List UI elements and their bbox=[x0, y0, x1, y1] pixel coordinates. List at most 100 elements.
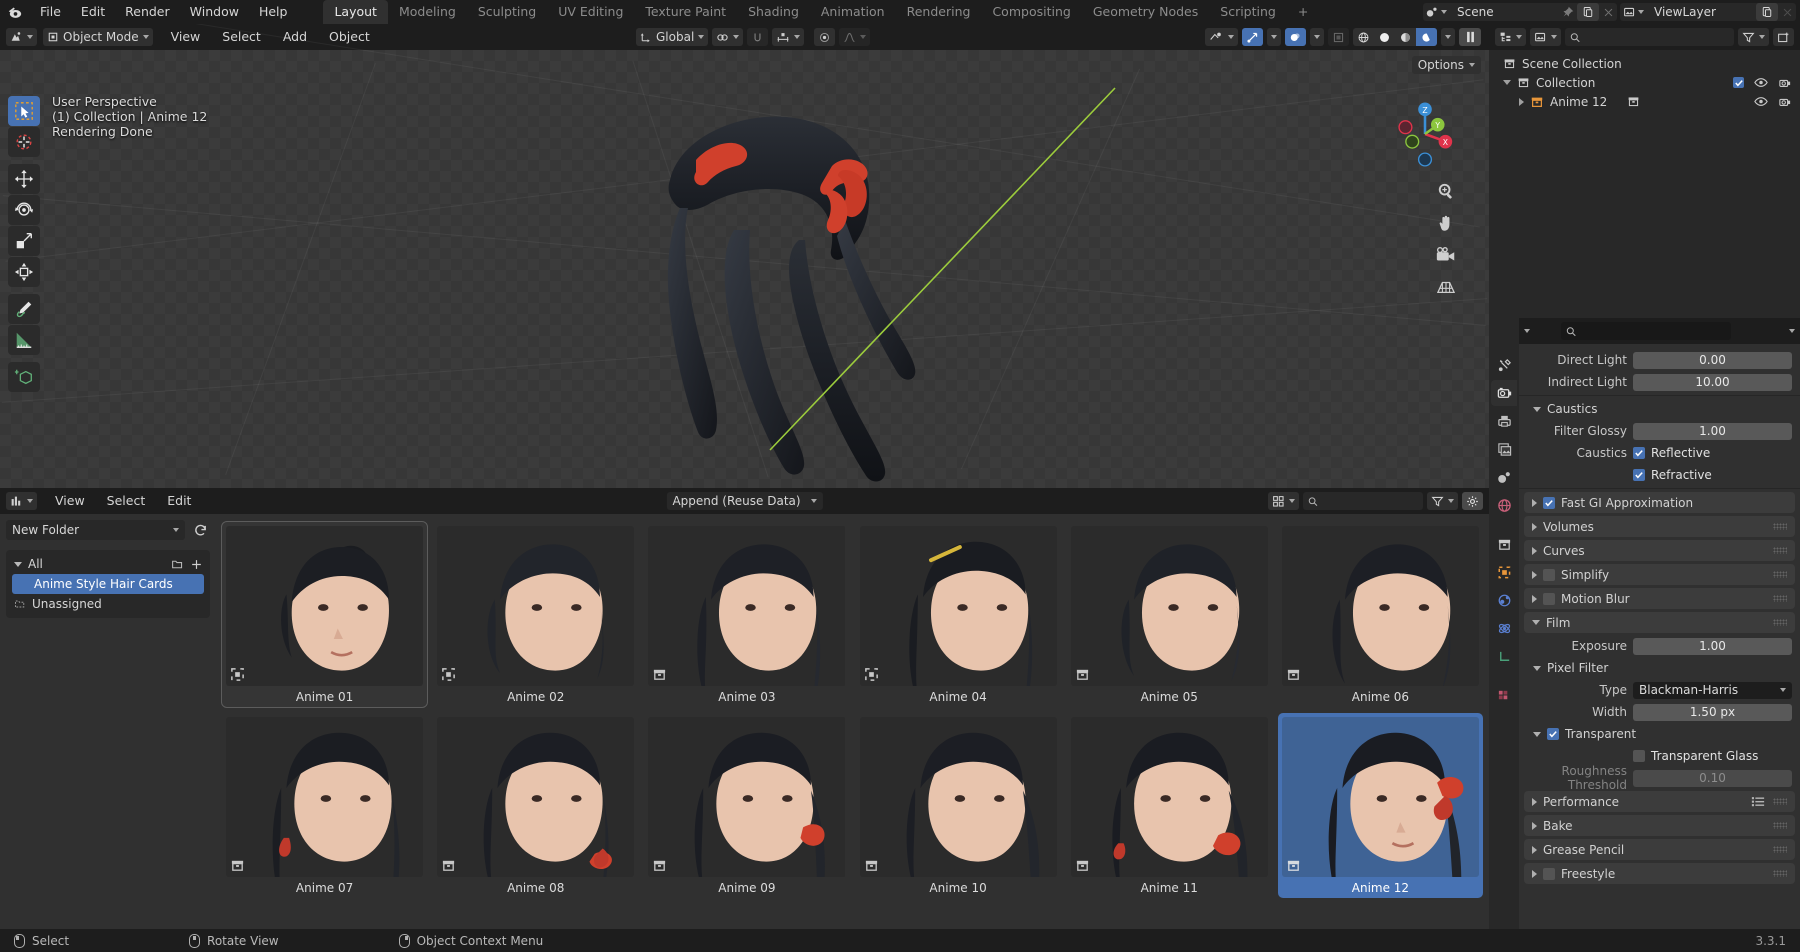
asset-search-field[interactable] bbox=[1321, 494, 1418, 508]
unlink-scene-button[interactable] bbox=[1599, 3, 1617, 21]
tool-annotate[interactable] bbox=[8, 294, 40, 324]
panel-volumes[interactable]: Volumes bbox=[1524, 516, 1795, 537]
outliner-row-scene-collection[interactable]: Scene Collection bbox=[1489, 54, 1800, 73]
field-filter-glossy[interactable]: Filter Glossy 1.00 bbox=[1527, 421, 1792, 441]
tab-tool[interactable] bbox=[1491, 352, 1517, 378]
value-exposure[interactable]: 1.00 bbox=[1633, 637, 1792, 655]
shading-rendered-button[interactable] bbox=[1416, 28, 1437, 46]
field-direct-light[interactable]: Direct Light 0.00 bbox=[1527, 350, 1792, 370]
menu-window[interactable]: Window bbox=[180, 2, 249, 22]
field-pixel-filter-type[interactable]: Type Blackman-Harris bbox=[1527, 680, 1792, 700]
3d-viewport[interactable]: Object Mode View Select Add Object Globa… bbox=[0, 24, 1489, 488]
panel-film[interactable]: Film bbox=[1524, 612, 1795, 633]
chevron-right-icon[interactable] bbox=[1519, 97, 1524, 106]
outliner-row-collection[interactable]: Collection bbox=[1489, 73, 1800, 92]
checkbox-refractive[interactable] bbox=[1633, 469, 1645, 481]
panel-motion-blur[interactable]: Motion Blur bbox=[1524, 588, 1795, 609]
panel-grease-pencil[interactable]: Grease Pencil bbox=[1524, 839, 1795, 860]
preset-list-icon[interactable] bbox=[1751, 796, 1765, 807]
value-direct-light[interactable]: 0.00 bbox=[1633, 351, 1792, 369]
tab-physics[interactable] bbox=[1491, 615, 1517, 641]
asset-item[interactable]: Anime 04 bbox=[856, 522, 1061, 707]
tool-add-cube[interactable] bbox=[8, 362, 40, 392]
panel-drag-grip[interactable] bbox=[1773, 870, 1787, 877]
workspace-tab-rendering[interactable]: Rendering bbox=[896, 0, 982, 24]
workspace-tab-scripting[interactable]: Scripting bbox=[1209, 0, 1287, 24]
panel-drag-grip[interactable] bbox=[1773, 619, 1787, 626]
panel-drag-grip[interactable] bbox=[1773, 595, 1787, 602]
menu-render[interactable]: Render bbox=[115, 2, 180, 22]
collection-enable-checkbox[interactable] bbox=[1733, 77, 1744, 88]
pin-icon[interactable] bbox=[1559, 3, 1577, 21]
field-transparent-glass[interactable]: Transparent Glass bbox=[1527, 746, 1792, 766]
camera-render-icon[interactable] bbox=[1778, 96, 1792, 108]
remove-viewlayer-button[interactable] bbox=[1778, 3, 1796, 21]
snap-target-dropdown[interactable] bbox=[712, 28, 744, 46]
import-method-dropdown[interactable]: Append (Reuse Data) bbox=[666, 492, 823, 510]
workspace-tab-layout[interactable]: Layout bbox=[323, 0, 388, 24]
new-scene-button[interactable] bbox=[1577, 3, 1599, 21]
asset-item[interactable]: Anime 05 bbox=[1067, 522, 1272, 707]
checkbox-transparent-glass[interactable] bbox=[1633, 750, 1645, 762]
editor-type-button-asset[interactable] bbox=[6, 492, 37, 510]
panel-simplify[interactable]: Simplify bbox=[1524, 564, 1795, 585]
panel-fast-gi-approximation[interactable]: Fast GI Approximation bbox=[1524, 492, 1795, 513]
value-indirect-light[interactable]: 10.00 bbox=[1633, 373, 1792, 391]
eye-icon[interactable] bbox=[1754, 77, 1768, 88]
xray-toggle[interactable] bbox=[1328, 28, 1349, 46]
shading-solid-button[interactable] bbox=[1374, 28, 1395, 46]
panel-performance[interactable]: Performance bbox=[1524, 791, 1795, 812]
dropdown-pixel-filter-type[interactable]: Blackman-Harris bbox=[1633, 681, 1792, 699]
tab-material[interactable] bbox=[1491, 682, 1517, 708]
asset-settings-gear-icon[interactable] bbox=[1462, 492, 1483, 510]
workspace-tab-compositing[interactable]: Compositing bbox=[981, 0, 1081, 24]
proportional-editing-toggle[interactable] bbox=[814, 28, 836, 46]
workspace-tab-geometry-nodes[interactable]: Geometry Nodes bbox=[1082, 0, 1209, 24]
filter-button[interactable] bbox=[1427, 492, 1458, 510]
zoom-icon[interactable] bbox=[1435, 180, 1457, 202]
panel-bake[interactable]: Bake bbox=[1524, 815, 1795, 836]
new-viewlayer-button[interactable] bbox=[1756, 3, 1778, 21]
asset-item[interactable]: Anime 06 bbox=[1278, 522, 1483, 707]
asset-menu-select[interactable]: Select bbox=[97, 491, 156, 511]
checkbox-transparent[interactable] bbox=[1547, 728, 1559, 740]
asset-search-input[interactable] bbox=[1303, 492, 1423, 510]
outliner[interactable]: Scene Collection Collection Anime 12 bbox=[1489, 24, 1800, 318]
outliner-search-field[interactable] bbox=[1584, 30, 1729, 44]
catalog-row-unassigned[interactable]: Unassigned bbox=[6, 594, 210, 614]
asset-grid-region[interactable]: Anime 01 Anime 02 Anime 03 Anime 04 Anim… bbox=[216, 514, 1489, 929]
viewport-menu-view[interactable]: View bbox=[161, 27, 211, 47]
editor-type-button[interactable] bbox=[6, 28, 37, 46]
outliner-search-input[interactable] bbox=[1565, 28, 1734, 46]
overlays-dropdown[interactable] bbox=[1310, 28, 1324, 46]
workspace-tab-texture-paint[interactable]: Texture Paint bbox=[634, 0, 737, 24]
catalog-row-all[interactable]: All bbox=[6, 554, 210, 574]
camera-render-icon[interactable] bbox=[1778, 77, 1792, 89]
tab-object-constraints[interactable] bbox=[1491, 643, 1517, 669]
asset-item[interactable]: Anime 10 bbox=[856, 713, 1061, 898]
properties-menu-chevron-icon[interactable] bbox=[1789, 329, 1795, 333]
properties-search-input[interactable] bbox=[1561, 322, 1731, 340]
asset-menu-edit[interactable]: Edit bbox=[157, 491, 201, 511]
camera-view-icon[interactable] bbox=[1435, 244, 1457, 266]
panel-curves[interactable]: Curves bbox=[1524, 540, 1795, 561]
panel-drag-grip[interactable] bbox=[1773, 523, 1787, 530]
viewport-options-button[interactable]: Options bbox=[1411, 56, 1481, 74]
outliner-display-mode-dropdown[interactable] bbox=[1530, 28, 1561, 46]
eye-icon[interactable] bbox=[1754, 96, 1768, 107]
asset-item[interactable]: Anime 01 bbox=[220, 521, 429, 708]
overlays-toggle[interactable] bbox=[1285, 28, 1306, 46]
shading-dropdown[interactable] bbox=[1441, 28, 1455, 46]
tool-move[interactable] bbox=[8, 164, 40, 194]
outliner-new-collection-button[interactable] bbox=[1773, 28, 1794, 46]
properties-editor[interactable]: Direct Light 0.00 Indirect Light 10.00 C… bbox=[1489, 318, 1800, 929]
checkbox-fast-gi[interactable] bbox=[1543, 496, 1555, 509]
blender-logo-icon[interactable] bbox=[0, 0, 30, 24]
panel-transparent-header[interactable]: Transparent bbox=[1519, 724, 1800, 744]
catalog-row-anime-style-hair-cards[interactable]: Anime Style Hair Cards bbox=[12, 574, 204, 594]
gizmo-toggle[interactable] bbox=[1242, 28, 1263, 46]
tab-world[interactable] bbox=[1491, 492, 1517, 518]
menu-file[interactable]: File bbox=[30, 2, 71, 22]
toggle-orthographic-icon[interactable] bbox=[1435, 276, 1457, 298]
asset-item[interactable]: Anime 03 bbox=[644, 522, 849, 707]
